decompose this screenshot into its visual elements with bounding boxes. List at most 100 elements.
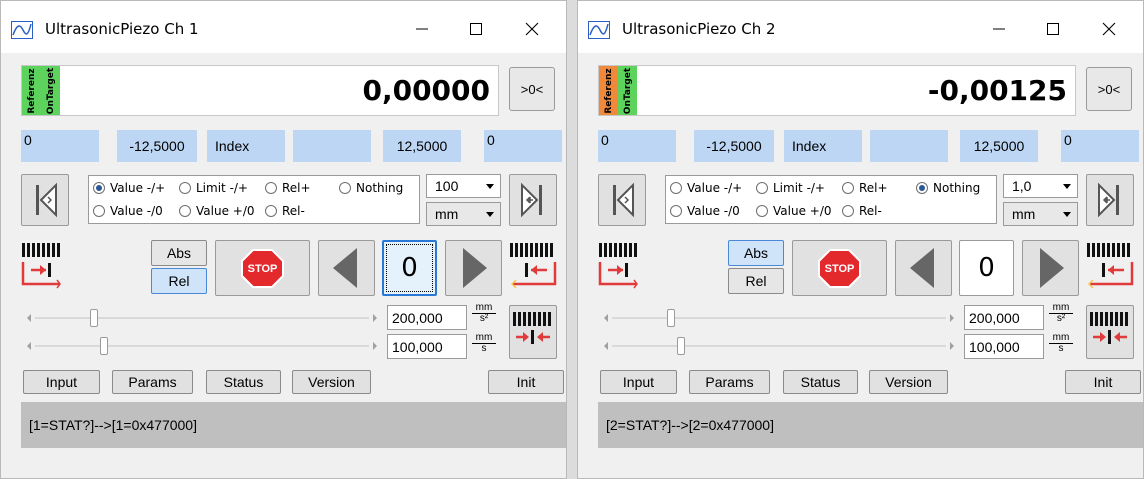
status-button[interactable]: Status: [783, 370, 858, 394]
radio-nothing[interactable]: Nothing: [339, 181, 403, 195]
radio-label: Rel+: [282, 181, 311, 195]
radio-value-pm[interactable]: Value -/+: [670, 181, 742, 195]
minimize-icon[interactable]: [979, 14, 1019, 44]
radio-label: Value +/0: [773, 204, 832, 218]
acceleration-slider[interactable]: [598, 307, 960, 329]
radio-value-m0[interactable]: Value -/0: [670, 204, 740, 218]
scroll-left-icon[interactable]: [604, 342, 608, 350]
slider-thumb[interactable]: [100, 337, 109, 355]
close-icon[interactable]: [512, 14, 552, 44]
scroll-right-icon[interactable]: [950, 342, 954, 350]
radio-limit-pm[interactable]: Limit -/+: [756, 181, 825, 195]
index-label: Index: [784, 130, 862, 162]
abs-button[interactable]: Abs: [728, 240, 784, 266]
step-to-start-button[interactable]: [21, 174, 69, 226]
radio-rel-plus[interactable]: Rel+: [265, 181, 311, 195]
limits-row: 0 -12,5000 Index 12,5000 0: [598, 130, 1139, 162]
slider-thumb[interactable]: [667, 309, 676, 327]
reference-move-negative-button[interactable]: [21, 240, 61, 294]
scroll-right-icon[interactable]: [950, 314, 954, 322]
step-forward-button[interactable]: [1022, 240, 1079, 296]
close-icon[interactable]: [1089, 14, 1129, 44]
command-log: [1=STAT?]-->[1=0x477000]: [21, 402, 566, 448]
acceleration-unit: mm s²: [472, 303, 496, 324]
radio-dot: [670, 182, 682, 194]
index-value: [293, 130, 371, 162]
acceleration-unit: mm s²: [1049, 303, 1073, 324]
params-button[interactable]: Params: [112, 370, 193, 394]
reference-center-button[interactable]: [509, 305, 557, 359]
maximize-icon[interactable]: [456, 14, 496, 44]
radio-dot: [756, 205, 768, 217]
scroll-right-icon[interactable]: [373, 342, 377, 350]
step-to-end-button[interactable]: [509, 174, 557, 226]
radio-limit-pm[interactable]: Limit -/+: [179, 181, 248, 195]
input-button[interactable]: Input: [23, 370, 100, 394]
step-back-button[interactable]: [318, 240, 375, 296]
acceleration-slider[interactable]: [21, 307, 383, 329]
params-button[interactable]: Params: [689, 370, 770, 394]
step-back-button[interactable]: [895, 240, 952, 296]
radio-rel-minus[interactable]: Rel-: [265, 204, 305, 218]
scroll-left-icon[interactable]: [604, 314, 608, 322]
radio-value-p0[interactable]: Value +/0: [756, 204, 832, 218]
step-to-start-button[interactable]: [598, 174, 646, 226]
scroll-left-icon[interactable]: [27, 314, 31, 322]
maximize-icon[interactable]: [1033, 14, 1073, 44]
reference-move-positive-button[interactable]: [1086, 240, 1134, 294]
minimize-icon[interactable]: [402, 14, 442, 44]
step-forward-button[interactable]: [445, 240, 502, 296]
unit-den: s: [1058, 343, 1064, 354]
radio-value-pm[interactable]: Value -/+: [93, 181, 165, 195]
step-to-end-button[interactable]: [1086, 174, 1134, 226]
radio-label: Nothing: [933, 181, 981, 195]
chevron-down-icon: [1063, 184, 1071, 189]
version-button[interactable]: Version: [292, 370, 371, 394]
slider-thumb[interactable]: [90, 309, 99, 327]
unit-select[interactable]: mm: [426, 202, 501, 226]
status-button[interactable]: Status: [206, 370, 281, 394]
unit-den: s²: [479, 313, 489, 324]
init-button[interactable]: Init: [1065, 370, 1141, 394]
velocity-input[interactable]: 100,000: [964, 334, 1044, 359]
reference-move-negative-button[interactable]: [598, 240, 638, 294]
set-zero-button[interactable]: >0<: [509, 67, 555, 111]
radio-value-p0[interactable]: Value +/0: [179, 204, 255, 218]
step-size-select[interactable]: 100: [426, 174, 501, 198]
step-size-select[interactable]: 1,0: [1003, 174, 1078, 198]
title-bar[interactable]: UltrasonicPiezo Ch 1: [1, 1, 566, 53]
acceleration-input[interactable]: 200,000: [964, 305, 1044, 330]
rel-button[interactable]: Rel: [728, 268, 784, 294]
unit-value: mm: [1012, 206, 1036, 222]
velocity-slider[interactable]: [598, 335, 960, 357]
ontarget-tag: OnTarget: [618, 66, 637, 115]
title-bar[interactable]: UltrasonicPiezo Ch 2: [578, 1, 1143, 53]
slider-thumb[interactable]: [677, 337, 686, 355]
velocity-slider[interactable]: [21, 335, 383, 357]
set-zero-button[interactable]: >0<: [1086, 67, 1132, 111]
referenz-tag: Referenz: [22, 66, 41, 115]
radio-rel-minus[interactable]: Rel-: [842, 204, 882, 218]
init-button[interactable]: Init: [488, 370, 564, 394]
scroll-left-icon[interactable]: [27, 342, 31, 350]
radio-nothing[interactable]: Nothing: [916, 181, 980, 195]
step-count-button[interactable]: 0: [959, 240, 1014, 296]
rel-button[interactable]: Rel: [151, 268, 207, 294]
stop-button[interactable]: STOP: [792, 240, 887, 296]
scroll-right-icon[interactable]: [373, 314, 377, 322]
step-count-button[interactable]: 0: [382, 240, 437, 296]
reference-center-button[interactable]: [1086, 305, 1134, 359]
version-button[interactable]: Version: [869, 370, 948, 394]
reference-move-positive-button[interactable]: [509, 240, 557, 294]
radio-rel-plus[interactable]: Rel+: [842, 181, 888, 195]
input-button[interactable]: Input: [600, 370, 677, 394]
velocity-input[interactable]: 100,000: [387, 334, 467, 359]
acceleration-input[interactable]: 200,000: [387, 305, 467, 330]
ontarget-tag: OnTarget: [41, 66, 60, 115]
unit-select[interactable]: mm: [1003, 202, 1078, 226]
radio-value-m0[interactable]: Value -/0: [93, 204, 163, 218]
abs-button[interactable]: Abs: [151, 240, 207, 266]
unit-den: s²: [1056, 313, 1066, 324]
chart-line-icon: [588, 21, 610, 39]
stop-button[interactable]: STOP: [215, 240, 310, 296]
